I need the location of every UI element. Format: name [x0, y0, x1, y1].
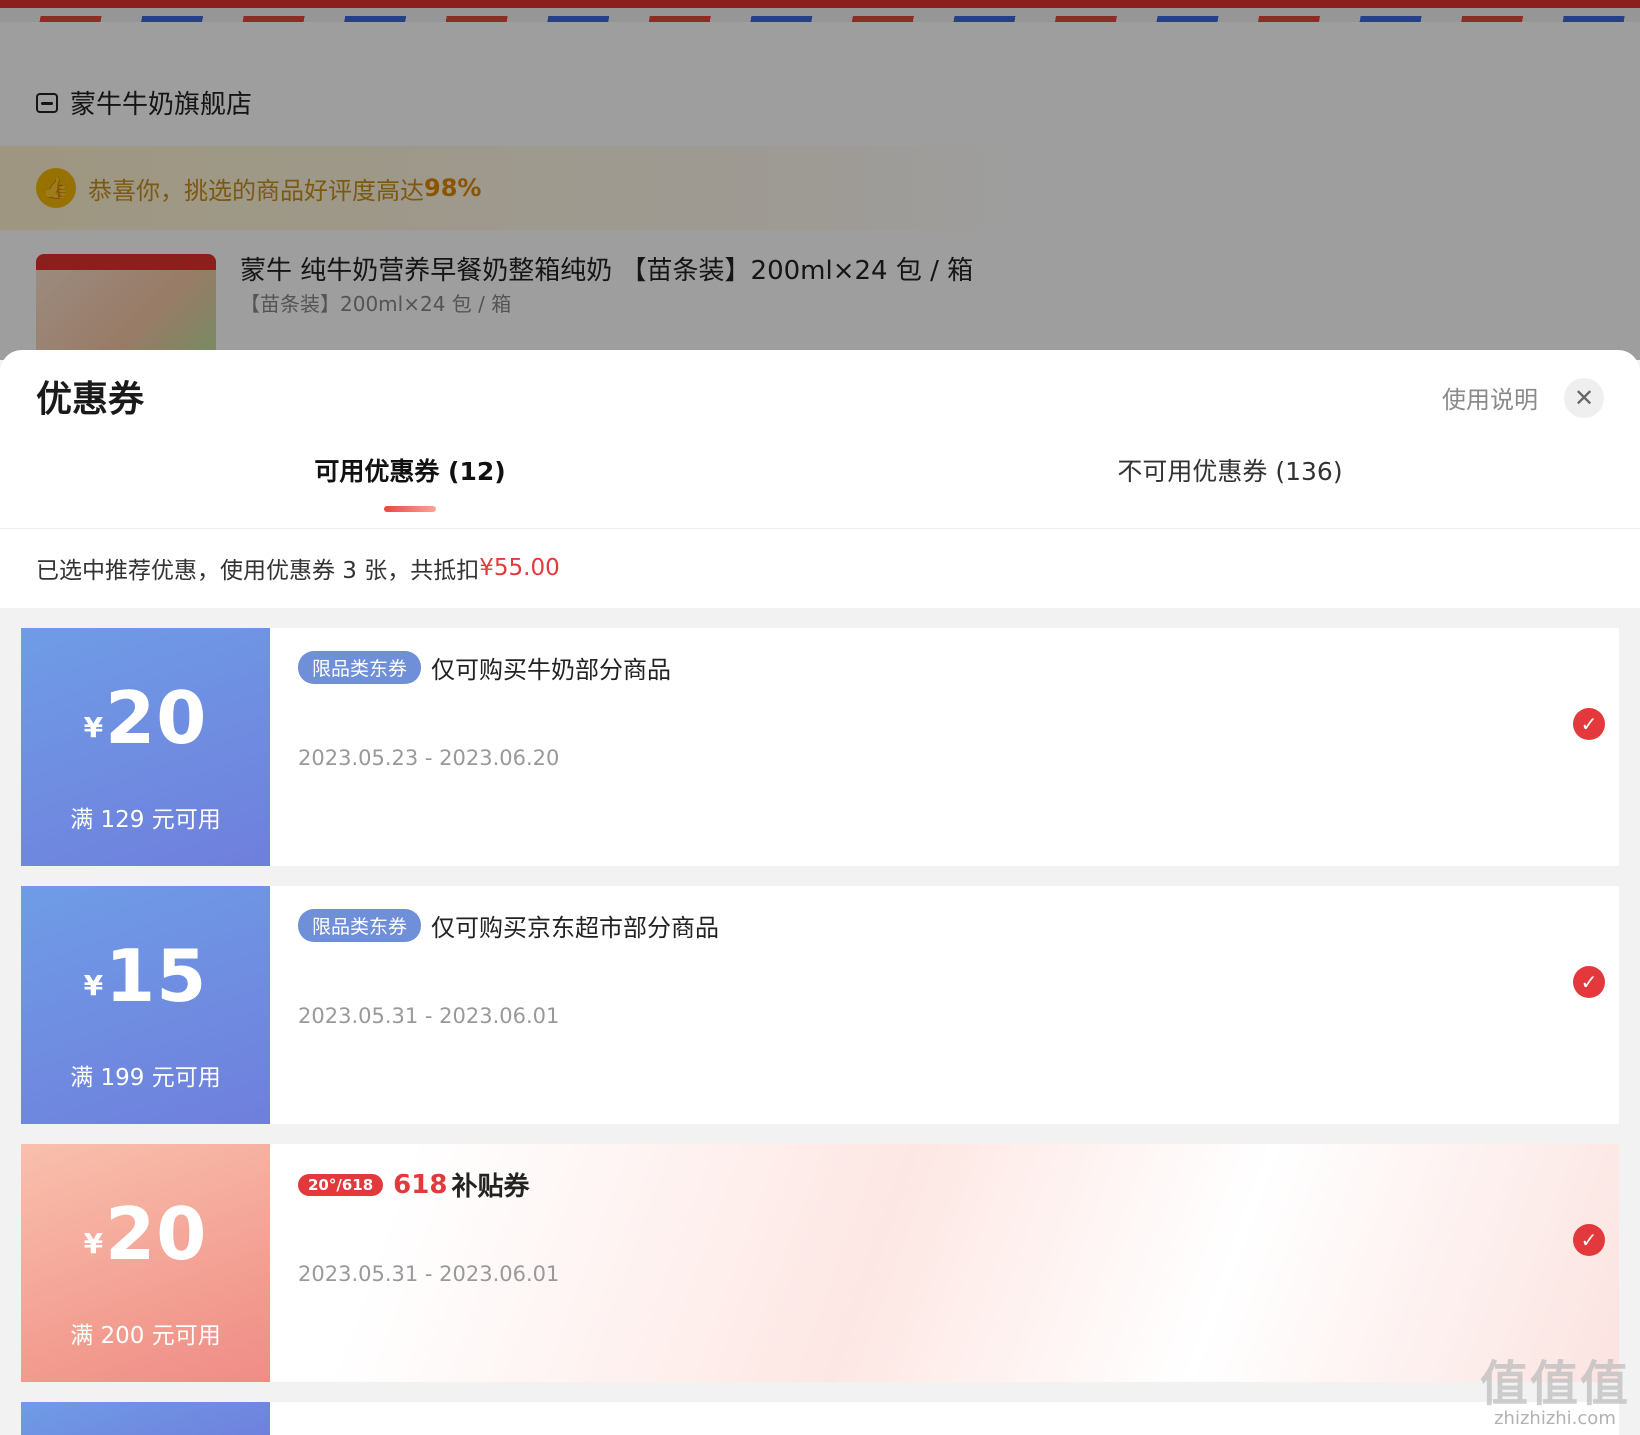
active-tab-indicator: [384, 506, 436, 512]
coupon-validity-dates: 2023.05.23 - 2023.06.20: [298, 746, 560, 770]
coupon-info-panel: 限品类东券 仅可购买牛奶部分商品 2023.05.23 - 2023.06.20…: [270, 628, 1619, 866]
close-icon: ✕: [1573, 384, 1595, 412]
coupon-description: 仅可购买京东超市部分商品: [431, 914, 720, 942]
coupon-value: 20: [105, 1192, 208, 1276]
check-icon: ✓: [1580, 712, 1598, 736]
coupon-value-panel: ¥20 满 200 元可用: [16, 1144, 270, 1382]
coupon-value-panel: [16, 1402, 270, 1435]
coupon-list[interactable]: ¥20 满 129 元可用 限品类东券 仅可购买牛奶部分商品 2023.05.2…: [0, 608, 1640, 1435]
watermark-logo: 值值值: [1479, 1356, 1630, 1412]
coupon-header: 限品类东券 仅可购买京东超市部分商品: [298, 908, 719, 943]
coupon-condition: 满 129 元可用: [70, 807, 221, 833]
summary-text: 已选中推荐优惠，使用优惠券 3 张，共抵扣: [36, 558, 480, 584]
coupon-description: 仅可购买牛奶部分商品: [431, 656, 672, 684]
check-icon: ✓: [1580, 1228, 1598, 1252]
coupon-value: 15: [105, 934, 208, 1018]
coupon-category-badge: 限品类东券: [298, 651, 422, 684]
background-page: 蒙牛牛奶旗舰店 👍 恭喜你，挑选的商品好评度高达 98% 蒙牛 纯牛奶营养早餐奶…: [0, 0, 1640, 360]
coupon-info-panel: 限品类东券 仅可购买京东超市部分商品 2023.05.31 - 2023.06.…: [270, 886, 1619, 1124]
coupon-validity-dates: 2023.05.31 - 2023.06.01: [298, 1262, 560, 1286]
coupon-tabs: 可用优惠券 (12) 不可用优惠券 (136): [0, 432, 1640, 529]
site-watermark: 值值值 zhizhizhi.com: [1480, 1344, 1630, 1429]
coupon-card-partial[interactable]: [16, 1402, 1619, 1435]
coupon-info-panel: [270, 1402, 1619, 1435]
coupon-amount: ¥20: [21, 676, 270, 760]
coupon-header: 20°/618 618 补贴券: [298, 1166, 529, 1203]
coupon-value: 20: [105, 676, 208, 760]
coupon-card[interactable]: ¥20 满 129 元可用 限品类东券 仅可购买牛奶部分商品 2023.05.2…: [16, 628, 1619, 866]
coupon-validity-dates: 2023.05.31 - 2023.06.01: [298, 1004, 560, 1028]
coupon-description: 补贴券: [451, 1172, 530, 1202]
summary-amount: ¥55.00: [479, 555, 560, 581]
coupon-value-panel: ¥15 满 199 元可用: [16, 886, 270, 1124]
coupon-card[interactable]: ¥15 满 199 元可用 限品类东券 仅可购买京东超市部分商品 2023.05…: [16, 886, 1619, 1124]
coupon-currency: ¥: [83, 969, 104, 1002]
close-button[interactable]: ✕: [1564, 378, 1604, 418]
coupon-value-panel: ¥20 满 129 元可用: [16, 628, 270, 866]
coupon-618-badge: 20°/618: [298, 1173, 384, 1196]
selection-summary: 已选中推荐优惠，使用优惠券 3 张，共抵扣 ¥55.00: [0, 528, 1640, 608]
coupon-618-label: 618: [393, 1169, 448, 1200]
coupon-header: 限品类东券 仅可购买牛奶部分商品: [298, 650, 671, 685]
usage-instructions-link[interactable]: 使用说明: [1442, 380, 1538, 415]
coupon-category-badge: 限品类东券: [298, 909, 422, 942]
tab-available-coupons[interactable]: 可用优惠券 (12): [210, 452, 610, 488]
coupon-currency: ¥: [83, 1227, 104, 1260]
coupon-condition: 满 200 元可用: [70, 1323, 221, 1349]
coupon-amount: ¥15: [21, 934, 270, 1018]
coupon-selected-check[interactable]: ✓: [1573, 966, 1605, 998]
check-icon: ✓: [1580, 970, 1598, 994]
coupon-info-panel: 20°/618 618 补贴券 2023.05.31 - 2023.06.01 …: [270, 1144, 1619, 1382]
modal-overlay[interactable]: [0, 0, 1640, 360]
sheet-title: 优惠券: [36, 379, 145, 420]
tab-unavailable-coupons[interactable]: 不可用优惠券 (136): [1030, 452, 1430, 488]
coupon-selected-check[interactable]: ✓: [1573, 708, 1605, 740]
coupon-selected-check[interactable]: ✓: [1573, 1224, 1605, 1256]
coupon-condition: 满 199 元可用: [70, 1065, 221, 1091]
coupon-currency: ¥: [83, 711, 104, 744]
coupon-amount: ¥20: [21, 1192, 270, 1276]
watermark-url: zhizhizhi.com: [1494, 1408, 1616, 1429]
coupon-card[interactable]: ¥20 满 200 元可用 20°/618 618 补贴券 2023.05.31…: [16, 1144, 1619, 1382]
coupon-sheet: 优惠券 使用说明 ✕ 可用优惠券 (12) 不可用优惠券 (136) 已选中推荐…: [0, 350, 1640, 1435]
